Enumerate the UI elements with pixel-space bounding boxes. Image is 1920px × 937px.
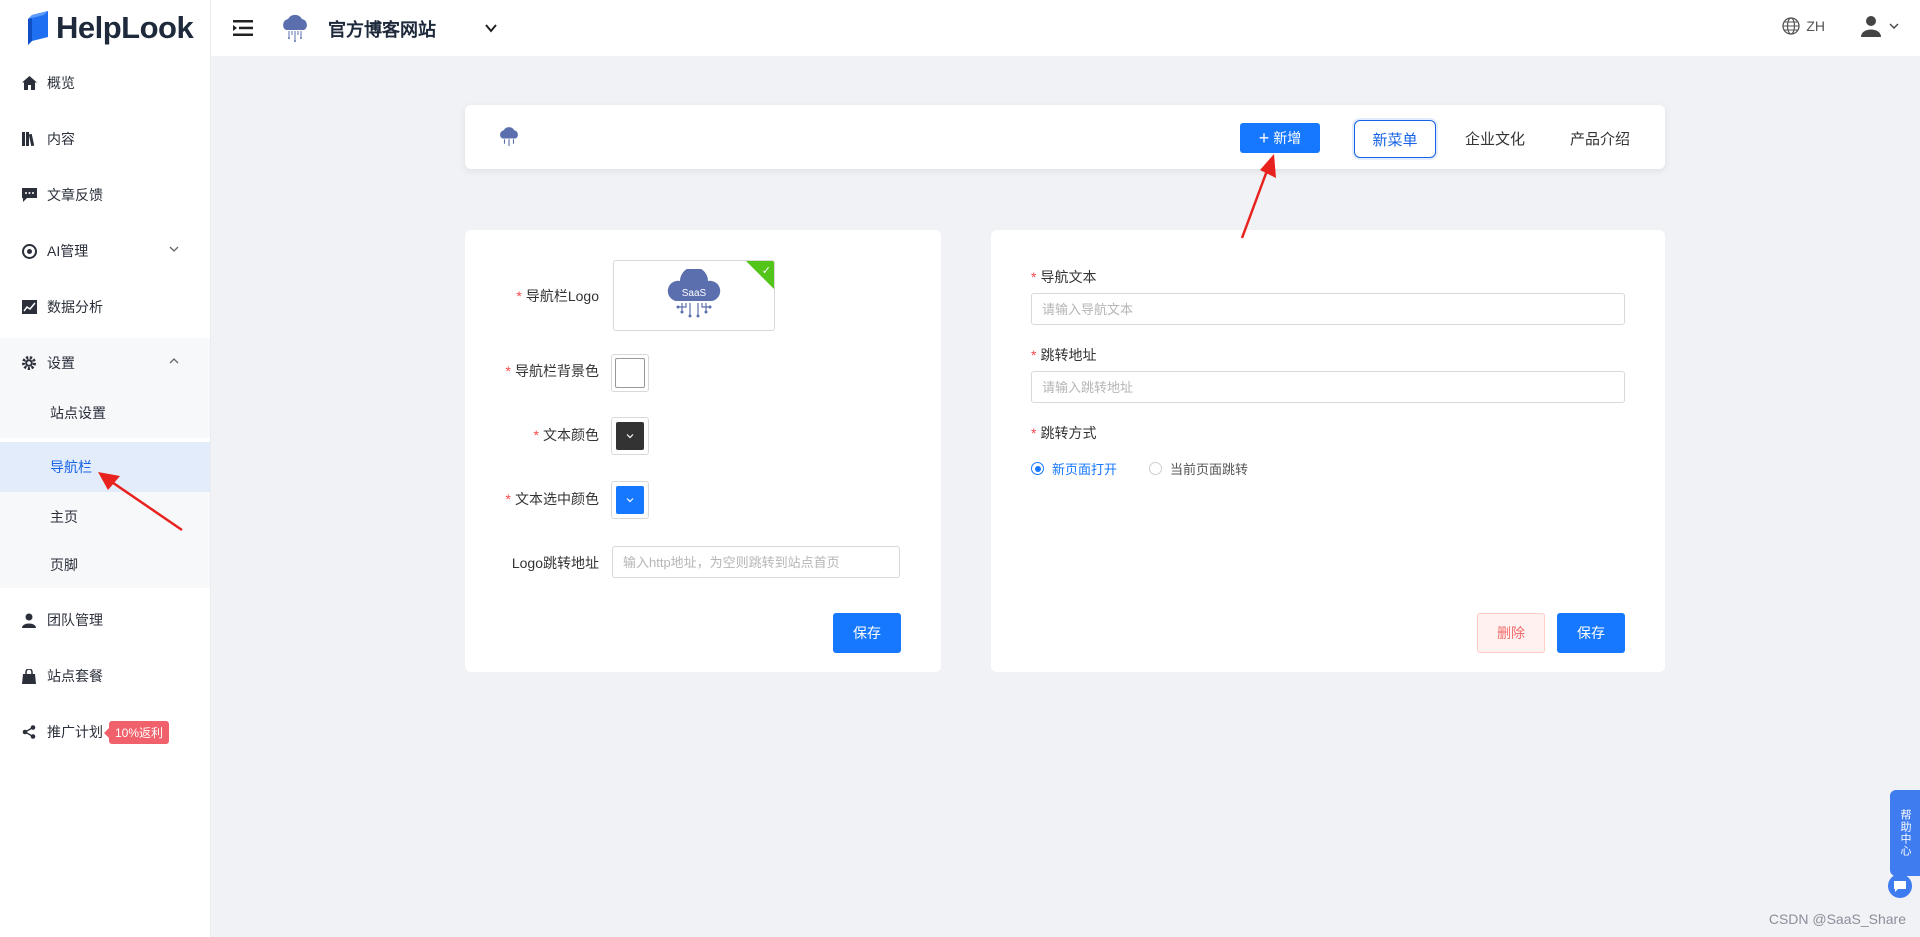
open-mode-radio-group: 新页面打开 当前页面跳转 <box>1031 459 1280 478</box>
helplook-logo-icon <box>28 11 48 45</box>
sidebar-item-label: 文章反馈 <box>47 187 103 203</box>
sidebar: HelpLook 概览 内容 文章反馈 AI管理 数据分析 设置 站点设置 导航… <box>0 0 211 937</box>
user-menu[interactable] <box>1860 15 1900 37</box>
sidebar-subitem-navbar[interactable]: 导航栏 <box>0 442 210 492</box>
chevron-down-icon <box>626 434 634 439</box>
cloud-saas-icon: SaaS <box>667 269 721 318</box>
sidebar-item-plan[interactable]: 站点套餐 <box>0 651 210 701</box>
add-menu-button[interactable]: + 新增 <box>1240 123 1320 153</box>
check-icon: ✓ <box>761 265 771 277</box>
sidebar-item-analytics[interactable]: 数据分析 <box>0 282 210 332</box>
text-color-label: * 文本颜色 <box>533 427 599 443</box>
gear-icon <box>21 355 37 371</box>
tab-new-menu[interactable]: 新菜单 <box>1354 120 1436 158</box>
globe-icon <box>1782 17 1800 35</box>
site-title: 官方博客网站 <box>328 20 436 40</box>
radio-new-page[interactable]: 新页面打开 <box>1031 459 1117 478</box>
selected-color-picker[interactable] <box>611 481 649 519</box>
plus-icon: + <box>1258 128 1270 148</box>
link-input[interactable] <box>1031 371 1625 403</box>
comment-icon <box>21 187 37 203</box>
sidebar-item-label: 站点套餐 <box>47 668 103 684</box>
cloud-saas-icon <box>500 127 518 146</box>
logo-label: * 导航栏Logo <box>516 288 599 304</box>
save-style-button[interactable]: 保存 <box>833 613 901 653</box>
sidebar-item-label: AI管理 <box>47 243 89 259</box>
menu-item-form: *导航文本 *跳转地址 *跳转方式 新页面打开 当前页面跳转 删除 保存 <box>991 230 1665 672</box>
home-icon <box>21 75 37 91</box>
delete-menu-button[interactable]: 删除 <box>1477 613 1545 653</box>
tab-product-intro[interactable]: 产品介绍 <box>1555 120 1645 156</box>
logo-link-input[interactable] <box>612 546 900 578</box>
sidebar-item-label: 团队管理 <box>47 612 103 628</box>
sidebar-item-content[interactable]: 内容 <box>0 114 210 164</box>
user-avatar-icon <box>1861 16 1881 37</box>
sidebar-item-promotion[interactable]: 推广计划 10%返利 <box>0 707 210 757</box>
sidebar-item-settings[interactable]: 设置 <box>0 338 210 388</box>
brand-logo[interactable]: HelpLook <box>0 0 210 56</box>
help-center-tab[interactable]: 帮助中心 <box>1890 790 1920 876</box>
sidebar-item-label: 内容 <box>47 131 75 147</box>
chevron-down-icon <box>169 246 179 252</box>
selected-color-label: * 文本选中颜色 <box>505 491 599 507</box>
color-preview <box>616 486 644 514</box>
chevron-down-icon <box>1889 23 1899 29</box>
text-color-picker[interactable] <box>611 417 649 455</box>
sidebar-item-overview[interactable]: 概览 <box>0 58 210 108</box>
top-header: 官方博客网站 ZH <box>211 0 1920 56</box>
sidebar-subitem-site-settings[interactable]: 站点设置 <box>0 388 210 438</box>
chevron-down-icon[interactable] <box>483 20 499 36</box>
sidebar-item-label: 数据分析 <box>47 299 103 315</box>
chevron-up-icon <box>169 358 179 364</box>
navbar-style-form: * 导航栏Logo SaaS ✓ * 导航栏背景色 * 文本颜色 * 文本选中颜色 Lo… <box>465 230 941 672</box>
color-preview <box>616 422 644 450</box>
link-label: * 跳转地址 <box>1031 347 1097 363</box>
open-mode-label: * 跳转方式 <box>1031 425 1097 441</box>
radio-current-page[interactable]: 当前页面跳转 <box>1149 459 1248 478</box>
logo-link-label: Logo跳转地址 <box>511 555 599 571</box>
chart-icon <box>21 299 37 315</box>
chat-bubble-icon[interactable] <box>1888 874 1912 898</box>
bag-icon <box>21 668 37 684</box>
svg-text:SaaS: SaaS <box>682 288 707 299</box>
nav-text-label: * 导航文本 <box>1031 269 1097 285</box>
navbar-preview: + 新增 新菜单 企业文化 产品介绍 <box>465 105 1665 169</box>
book-icon <box>21 131 37 147</box>
sidebar-item-feedback[interactable]: 文章反馈 <box>0 170 210 220</box>
logo-upload[interactable]: SaaS ✓ <box>613 260 775 331</box>
nav-text-input[interactable] <box>1031 293 1625 325</box>
share-icon <box>21 724 37 740</box>
sidebar-item-label: 概览 <box>47 75 75 91</box>
promo-badge: 10%返利 <box>103 720 170 744</box>
save-menu-button[interactable]: 保存 <box>1557 613 1625 653</box>
bg-color-picker[interactable] <box>611 354 649 392</box>
language-label: ZH <box>1806 18 1825 34</box>
chevron-down-icon <box>626 498 634 503</box>
user-icon <box>21 612 37 628</box>
menu-toggle-icon[interactable] <box>233 18 255 38</box>
sidebar-subitem-homepage[interactable]: 主页 <box>0 492 210 542</box>
watermark: CSDN @SaaS_Share <box>1768 911 1906 927</box>
sidebar-item-ai[interactable]: AI管理 <box>0 226 210 276</box>
language-switch[interactable]: ZH <box>1782 17 1825 35</box>
sidebar-item-team[interactable]: 团队管理 <box>0 595 210 645</box>
ai-icon <box>21 243 37 259</box>
sidebar-subitem-footer[interactable]: 页脚 <box>0 542 210 588</box>
tab-corporate-culture[interactable]: 企业文化 <box>1450 120 1540 156</box>
cloud-saas-icon <box>283 14 307 42</box>
sidebar-item-label: 设置 <box>47 355 75 371</box>
brand-name: HelpLook <box>56 10 194 45</box>
bg-color-label: * 导航栏背景色 <box>505 363 599 379</box>
sidebar-item-label: 推广计划 <box>47 724 103 740</box>
color-preview <box>615 358 645 388</box>
